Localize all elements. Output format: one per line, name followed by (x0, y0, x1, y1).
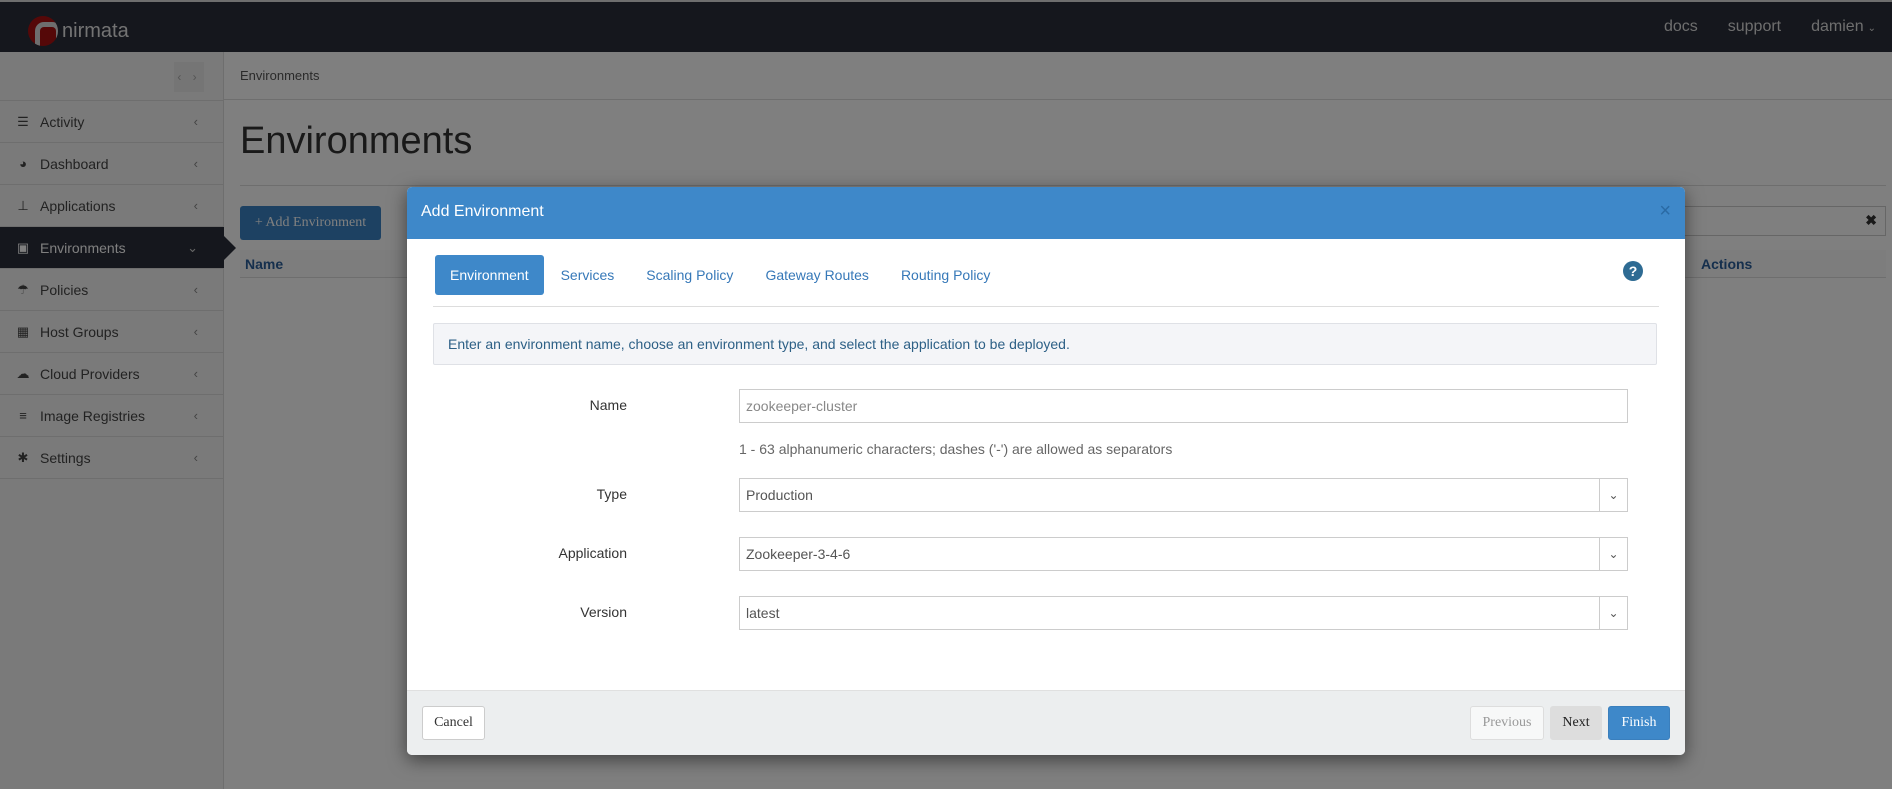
name-input[interactable]: zookeeper-cluster (739, 389, 1628, 423)
close-icon[interactable]: × (1659, 201, 1671, 221)
help-icon[interactable]: ? (1623, 261, 1643, 281)
modal-header: Add Environment × (407, 187, 1685, 239)
name-label: Name (589, 397, 627, 413)
chevron-down-icon[interactable]: ⌄ (1599, 478, 1627, 512)
name-help-text: 1 - 63 alphanumeric characters; dashes (… (739, 441, 1173, 457)
tab-services[interactable]: Services (546, 255, 630, 295)
application-row: Application Zookeeper-3-4-6 ⌄ (407, 537, 1685, 571)
divider (433, 306, 1659, 307)
version-value: latest (746, 605, 780, 621)
type-row: Type Production ⌄ (407, 478, 1685, 512)
chevron-down-icon[interactable]: ⌄ (1599, 537, 1627, 571)
tab-environment[interactable]: Environment (435, 255, 544, 295)
info-message: Enter an environment name, choose an env… (433, 323, 1657, 365)
type-value: Production (746, 487, 813, 503)
application-select[interactable]: Zookeeper-3-4-6 ⌄ (739, 537, 1628, 571)
tab-scaling-policy[interactable]: Scaling Policy (631, 255, 748, 295)
type-select[interactable]: Production ⌄ (739, 478, 1628, 512)
finish-button[interactable]: Finish (1608, 706, 1670, 740)
application-label: Application (558, 545, 628, 561)
wizard-tabs: Environment Services Scaling Policy Gate… (435, 255, 1007, 295)
version-select[interactable]: latest ⌄ (739, 596, 1628, 630)
application-value: Zookeeper-3-4-6 (746, 546, 851, 562)
version-label: Version (580, 604, 627, 620)
next-button[interactable]: Next (1550, 706, 1602, 740)
modal-footer: Cancel Previous Next Finish (407, 690, 1685, 755)
cancel-button[interactable]: Cancel (422, 706, 485, 740)
tab-routing-policy[interactable]: Routing Policy (886, 255, 1006, 295)
previous-button[interactable]: Previous (1470, 706, 1544, 740)
modal-title: Add Environment (421, 203, 544, 220)
tab-gateway-routes[interactable]: Gateway Routes (750, 255, 884, 295)
name-row: Name zookeeper-cluster (407, 389, 1685, 423)
type-label: Type (596, 486, 627, 502)
version-row: Version latest ⌄ (407, 596, 1685, 630)
chevron-down-icon[interactable]: ⌄ (1599, 596, 1627, 630)
add-environment-modal: Add Environment × Environment Services S… (407, 187, 1685, 755)
